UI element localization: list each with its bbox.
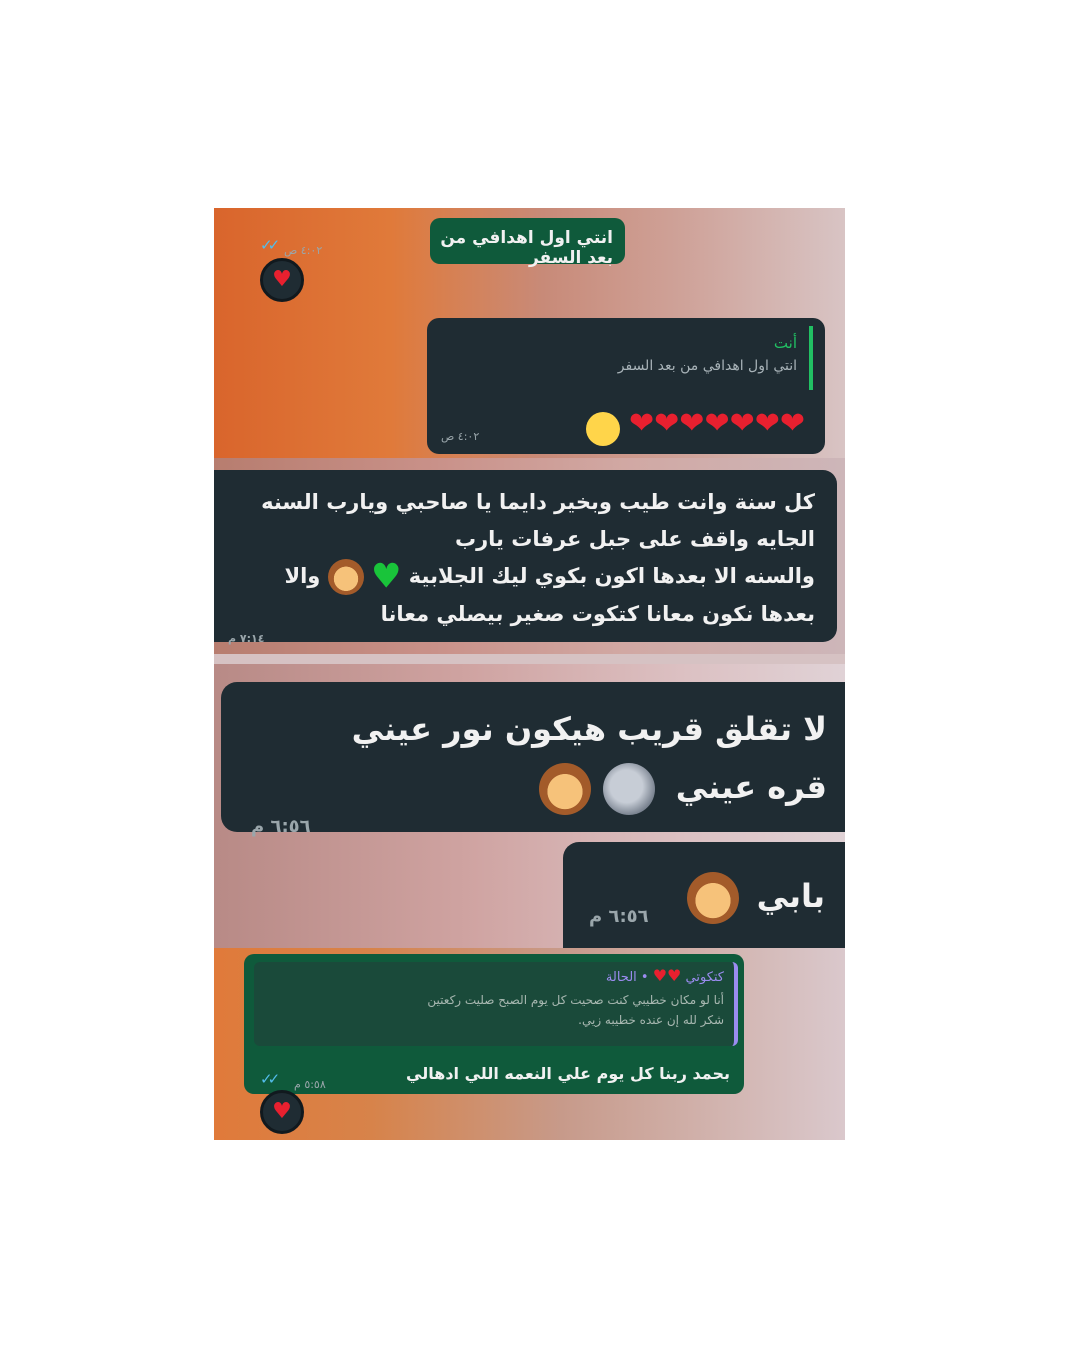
message-bubble-4[interactable]: لا تقلق قريب هيكون نور عيني قره عيني ٦:٥… (221, 682, 845, 837)
reaction-heart[interactable]: ♥ (260, 1090, 304, 1134)
reaction-heart[interactable]: ♥ (260, 258, 304, 302)
pleading-face-icon (585, 411, 620, 446)
message-line-2: قره عيني (221, 758, 827, 816)
message-line-3-end: والا (284, 564, 321, 588)
reply-line-2: شكر لله إن عنده خطيبه زيي. (578, 1013, 724, 1027)
message-line-4: بعدها نكون معانا كتكوت صغير بيصلي معانا (380, 601, 815, 626)
message-time: ٥:٥٨ م (294, 1078, 326, 1091)
new-moon-face-icon (602, 763, 655, 815)
see-no-evil-monkey-icon (327, 559, 364, 595)
hearts-row: ❤❤❤❤❤❤❤ (582, 406, 805, 446)
screenshot-collage: انتي اول اهدافي من بعد السفر ٤:٠٢ ص ✓✓ ♥… (214, 208, 845, 1140)
message-time: ٧:١٤ م (228, 632, 265, 645)
message-line-2: الجايه واقف على جبل عرفات يارب (454, 527, 815, 551)
message-bubble-3[interactable]: كل سنة وانت طيب وبخير دايما يا صاحبي ويا… (214, 470, 837, 645)
message-bubble-6[interactable]: كتكوتي ♥♥ • الحالة أنا لو مكان خطيبي كنت… (244, 954, 744, 1094)
read-ticks-icon: ✓✓ (260, 1070, 280, 1088)
message-line-3-text: والسنه الا بعدها اكون بكوي ليك الجلابية (408, 564, 815, 588)
message-time: ٤:٠٢ ص (441, 430, 480, 443)
message-line-1: لا تقلق قريب هيكون نور عيني (351, 710, 827, 748)
reply-status: • الحالة (605, 970, 649, 985)
red-heart-icon: ♥ (272, 267, 292, 292)
reply-line-1: أنا لو مكان خطيبي كنت صحيت كل يوم الصبح … (427, 993, 724, 1007)
red-heart-icon: ♥ (272, 1099, 292, 1124)
message-line-1: كل سنة وانت طيب وبخير دايما يا صاحبي ويا… (261, 490, 815, 514)
hearts-text: ❤❤❤❤❤❤❤ (629, 406, 805, 441)
message-bubble-1[interactable]: انتي اول اهدافي من بعد السفر (430, 218, 625, 268)
panel-2: كل سنة وانت طيب وبخير دايما يا صاحبي ويا… (214, 458, 845, 654)
message-text: بابي (756, 877, 825, 915)
message-time: ٦:٥٦ م (589, 906, 649, 927)
red-heart-icon: ♥♥ (652, 966, 682, 985)
message-text: بحمد ربنا كل يوم علي النعمه اللي ادهالي (406, 1064, 730, 1083)
reply-quote[interactable]: أنت انتي اول اهدافي من بعد السفر (573, 326, 813, 390)
message-line-2-text: قره عيني (675, 768, 827, 806)
green-heart-icon: ♥ (370, 556, 402, 597)
panel-4: كتكوتي ♥♥ • الحالة أنا لو مكان خطيبي كنت… (214, 948, 845, 1140)
see-no-evil-monkey-icon (687, 872, 740, 924)
reply-header: كتكوتي ♥♥ • الحالة (262, 966, 724, 986)
reply-author: كتكوتي (685, 970, 724, 985)
message-time: ٦:٥٦ م (251, 816, 311, 837)
message-line-3: والسنه الا بعدها اكون بكوي ليك الجلابية … (224, 558, 815, 596)
divider-strip (214, 654, 845, 664)
message-time: ٤:٠٢ ص (284, 244, 323, 257)
message-text: انتي اول اهدافي من بعد السفر (440, 228, 613, 268)
panel-3: لا تقلق قريب هيكون نور عيني قره عيني ٦:٥… (214, 664, 845, 948)
message-bubble-2[interactable]: أنت انتي اول اهدافي من بعد السفر ❤❤❤❤❤❤❤… (427, 318, 825, 454)
reply-text: انتي اول اهدافي من بعد السفر (617, 358, 797, 374)
panel-1: انتي اول اهدافي من بعد السفر ٤:٠٢ ص ✓✓ ♥… (214, 208, 845, 458)
reply-quote[interactable]: كتكوتي ♥♥ • الحالة أنا لو مكان خطيبي كنت… (254, 962, 738, 1046)
reply-author: أنت (773, 334, 797, 352)
read-ticks-icon: ✓✓ (260, 236, 280, 254)
see-no-evil-monkey-icon (539, 763, 592, 815)
message-bubble-5[interactable]: بابي ٦:٥٦ م (563, 842, 845, 948)
